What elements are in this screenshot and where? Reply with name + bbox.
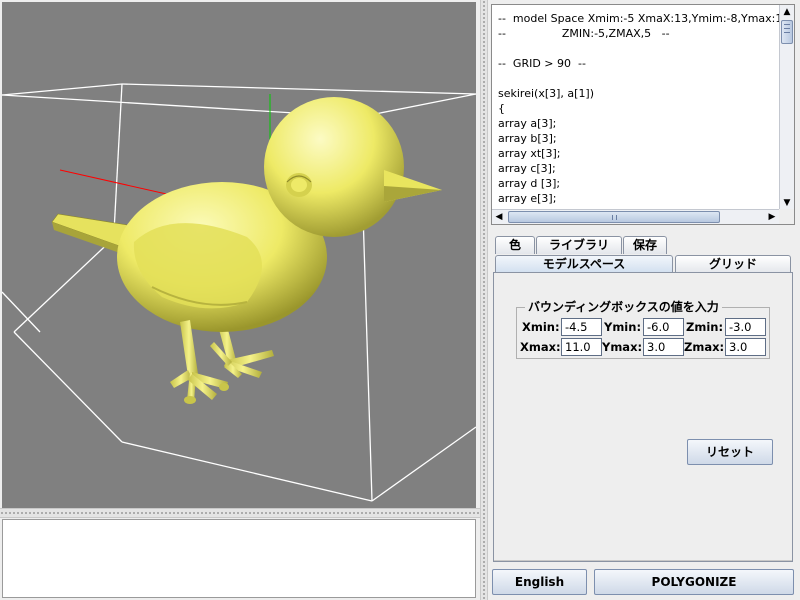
tab-library[interactable]: ライブラリ — [536, 236, 622, 254]
xmin-label: Xmin: — [522, 320, 560, 334]
scroll-left-icon[interactable]: ◀ — [492, 210, 506, 224]
scroll-right-icon[interactable]: ▶ — [765, 210, 779, 224]
scroll-down-icon[interactable]: ▼ — [780, 196, 794, 210]
zmax-field[interactable] — [725, 338, 766, 356]
zmax-label: Zmax: — [684, 340, 725, 354]
bounding-box-title: バウンディングボックスの値を入力 — [525, 300, 722, 314]
vertical-scroll-thumb[interactable] — [781, 20, 793, 44]
reset-button[interactable]: リセット — [687, 439, 773, 465]
code-editor[interactable]: -- model Space Xmim:-5 XmaX:13,Ymim:-8,Y… — [491, 4, 795, 225]
bird-model — [51, 97, 442, 404]
log-output-panel[interactable] — [2, 519, 476, 598]
model-space-panel: バウンディングボックスの値を入力 Xmin: Ymin: Zmin: Xmax:… — [493, 272, 793, 562]
vertical-splitter[interactable] — [480, 0, 488, 600]
horizontal-scroll-thumb[interactable] — [508, 211, 720, 223]
xmin-field[interactable] — [561, 318, 602, 336]
3d-viewport[interactable] — [2, 2, 476, 508]
scroll-up-icon[interactable]: ▲ — [780, 5, 794, 19]
model-render[interactable] — [2, 2, 476, 508]
ymin-label: Ymin: — [604, 320, 642, 334]
bounding-box-group: バウンディングボックスの値を入力 Xmin: Ymin: Zmin: Xmax:… — [516, 300, 770, 359]
ymin-field[interactable] — [643, 318, 684, 336]
tab-grid[interactable]: グリッド — [675, 255, 791, 273]
tab-color[interactable]: 色 — [495, 236, 535, 254]
ymax-field[interactable] — [643, 338, 684, 356]
scroll-corner — [779, 209, 794, 224]
english-button[interactable]: English — [492, 569, 587, 595]
horizontal-scrollbar[interactable]: ◀ ▶ — [492, 209, 779, 224]
tab-save[interactable]: 保存 — [623, 236, 667, 254]
xmax-label: Xmax: — [520, 340, 561, 354]
zmin-field[interactable] — [725, 318, 766, 336]
polygonize-button[interactable]: POLYGONIZE — [594, 569, 794, 595]
vertical-scrollbar[interactable]: ▲ ▼ — [779, 5, 794, 210]
code-text[interactable]: -- model Space Xmim:-5 XmaX:13,Ymim:-8,Y… — [492, 5, 779, 210]
zmin-label: Zmin: — [686, 320, 724, 334]
xmax-field[interactable] — [561, 338, 602, 356]
horizontal-splitter[interactable] — [0, 508, 480, 518]
ymax-label: Ymax: — [602, 340, 643, 354]
